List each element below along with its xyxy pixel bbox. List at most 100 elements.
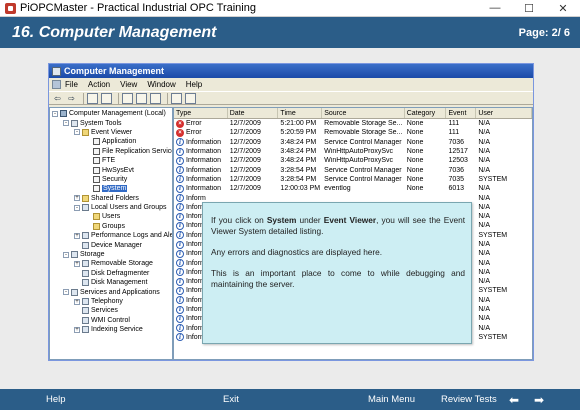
up-folder-icon[interactable] [87,92,98,104]
table-row[interactable]: i Information 12/7/2009 3:48:24 PM WinHttpAu… [174,156,532,165]
refresh-icon[interactable] [136,92,147,104]
tree-node[interactable]: Services [50,306,172,315]
tree-node[interactable]: Device Manager [50,240,172,249]
tree-node-label: Security [102,175,128,183]
tree-node[interactable]: - Services and Applications [50,287,172,296]
callout-text: If you click on [211,215,267,225]
tree-node[interactable]: FTE [50,156,172,165]
mmc-system-menu-icon[interactable] [52,80,61,89]
menu-file[interactable]: File [65,80,78,89]
device-icon [82,241,89,249]
column-header-type[interactable]: Type [174,108,228,118]
collapse-icon[interactable]: - [52,110,58,117]
help-button[interactable]: Help [46,394,66,405]
collapse-icon[interactable]: - [74,204,80,211]
folder-icon [93,213,100,221]
column-header-source[interactable]: Source [322,108,405,118]
tree-node[interactable]: Disk Management [50,278,172,287]
log-icon [93,147,100,155]
review-tests-button[interactable]: Review Tests [441,394,497,405]
cell-category: None [406,185,424,193]
tree-node[interactable]: + Shared Folders [50,194,172,203]
tree-node[interactable]: File Replication Service [50,147,172,156]
expand-icon[interactable]: + [74,195,80,202]
tree-node[interactable]: - Event Viewer [50,128,172,137]
tree-node[interactable]: WMI Control [50,316,172,325]
menu-view[interactable]: View [120,80,137,89]
help-icon[interactable] [171,92,182,104]
storage-icon [71,251,78,259]
collapse-icon[interactable]: - [63,120,69,127]
column-header-category[interactable]: Category [405,108,447,118]
table-row[interactable]: i Information 12/7/2009 3:48:24 PM Service C… [174,138,532,147]
tree-node[interactable]: + Performance Logs and Alerts [50,231,172,240]
tree-node[interactable]: Security [50,175,172,184]
table-row[interactable]: × Error 12/7/2009 5:20:59 PM Removable Stora… [174,128,532,137]
cell-category: None [406,148,424,156]
main-menu-button[interactable]: Main Menu [368,394,415,405]
back-arrow-icon[interactable]: ⇦ [52,93,63,104]
phone-icon [82,298,89,305]
cm-titlebar: Computer Management [49,64,533,78]
console-tree: - Computer Management (Local) - System Tool… [49,107,173,360]
table-row[interactable]: × Error 12/7/2009 5:21:00 PM Removable Stora… [174,119,532,128]
console-icon[interactable] [185,92,196,104]
tree-node[interactable]: HwSysEvt [50,165,172,174]
tree-node[interactable]: + Indexing Service [50,325,172,334]
table-row[interactable]: i Information 12/7/2009 3:28:54 PM Service C… [174,175,532,184]
tree-node[interactable]: Users [50,212,172,221]
menu-action[interactable]: Action [88,80,110,89]
cell-date: 12/7/2009 [229,166,261,174]
users-icon [82,204,89,212]
column-header-date[interactable]: Date [228,108,279,118]
previous-arrow-icon[interactable]: ⬅ [509,393,519,407]
properties-icon[interactable] [122,92,133,104]
cell-user: N/A [478,222,490,230]
cell-type-label: Inform [186,194,206,202]
tree-node[interactable]: - Storage [50,250,172,259]
next-arrow-icon[interactable]: ➡ [534,393,544,407]
information-icon: i [176,156,184,165]
table-row[interactable]: i Information 12/7/2009 3:28:54 PM Service C… [174,165,532,175]
tree-node[interactable]: Groups [50,222,172,231]
forward-arrow-icon[interactable]: ⇨ [66,93,77,104]
collapse-icon[interactable]: - [74,129,80,136]
menu-help[interactable]: Help [186,80,202,89]
log-icon [93,185,100,193]
cell-event: 111 [448,129,460,137]
cell-type: × Error [174,128,228,137]
close-button[interactable]: ✕ [546,0,580,17]
information-icon: i [176,259,184,268]
expand-icon[interactable]: + [74,232,80,239]
minimize-button[interactable]: — [478,0,512,17]
column-header-event[interactable]: Event [446,108,477,118]
tree-node[interactable]: - Computer Management (Local) [50,109,172,118]
expand-icon[interactable]: + [74,260,80,267]
column-header-user[interactable]: User [476,108,532,118]
exit-button[interactable]: Exit [223,394,239,405]
tree-node[interactable]: + Telephony [50,297,172,306]
table-row[interactable]: i Information 12/7/2009 12:00:03 PM eventlog… [174,184,532,193]
tree-node[interactable]: Application [50,137,172,146]
cell-category: None [406,175,424,183]
error-icon: × [176,119,184,128]
cell-source: Service Control Manager [324,138,402,146]
menu-window[interactable]: Window [147,80,175,89]
tree-node[interactable]: System [50,184,172,193]
tree-node[interactable]: + Removable Storage [50,259,172,268]
table-row[interactable]: i Information 12/7/2009 3:48:24 PM WinHttpAu… [174,147,532,156]
cell-user: N/A [478,157,490,165]
tree-node[interactable]: - System Tools [50,118,172,127]
collapse-icon[interactable]: - [63,251,69,258]
maximize-button[interactable]: ☐ [512,0,546,17]
show-tree-icon[interactable] [101,92,112,104]
export-list-icon[interactable] [150,92,161,104]
tree-node[interactable]: - Local Users and Groups [50,203,172,212]
expand-icon[interactable]: + [74,326,80,333]
collapse-icon[interactable]: - [63,289,69,296]
expand-icon[interactable]: + [74,298,80,305]
information-icon: i [176,231,184,240]
column-header-time[interactable]: Time [278,108,323,118]
cell-user: N/A [478,315,490,323]
tree-node[interactable]: Disk Defragmenter [50,269,172,278]
